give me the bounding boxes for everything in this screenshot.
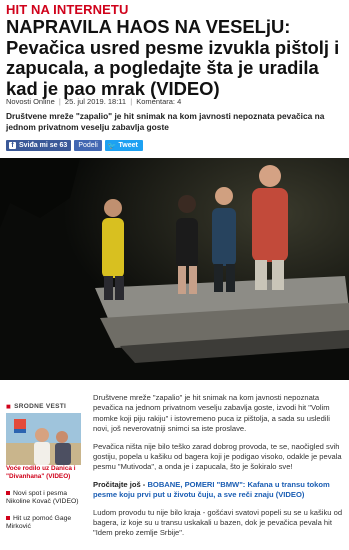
read-also-prefix: Pročitajte još - <box>93 479 148 489</box>
related-news-caption[interactable]: Voće rodilo uz Danica i "Divanhana" (VID… <box>6 465 81 480</box>
related-news-link[interactable]: Hit uz pomoć Gage Mirković <box>6 515 84 531</box>
video-frame-image <box>0 158 349 380</box>
share-bar: f Sviđa mi se 63 Podeli 🐦 Tweet <box>6 140 143 151</box>
related-news-label: SRODNE VESTI <box>14 403 67 410</box>
related-news-image <box>6 413 81 465</box>
facebook-icon: f <box>9 142 16 149</box>
meta-separator: | <box>130 97 133 106</box>
read-also-link[interactable]: Pročitajte još - BOBANE, POMERI "BMW": K… <box>93 480 345 501</box>
comments-count[interactable]: Komentara: 4 <box>136 97 181 106</box>
related-news-heading: ■ SRODNE VESTI <box>6 402 66 411</box>
article-headline: NAPRAVILA HAOS NA VESELjU: Pevačica usre… <box>6 16 340 99</box>
square-icon <box>6 491 10 496</box>
tweet-button[interactable]: 🐦 Tweet <box>104 140 143 151</box>
twitter-icon: 🐦 <box>107 142 117 150</box>
category-kicker[interactable]: HIT NA INTERNETU <box>6 2 128 17</box>
article-meta: Novosti Online | 25. jul 2019. 18:11 | K… <box>6 97 181 106</box>
tweet-label: Tweet <box>118 142 138 149</box>
source-name: Novosti Online <box>6 97 55 106</box>
square-icon <box>6 516 10 521</box>
facebook-like-label: Sviđa mi se <box>19 142 58 149</box>
body-paragraph: Pevačica ništa nije bilo teško zarad dob… <box>93 441 342 472</box>
meta-separator: | <box>58 97 61 106</box>
article-lead: Društvene mreže "zapalio" je hit snimak … <box>6 111 325 132</box>
video-player[interactable] <box>0 158 349 380</box>
publish-date: 25. jul 2019. 18:11 <box>64 97 127 106</box>
related-news-link-text: Novi spot i pesma Nikoline Kovač (VIDEO) <box>6 490 79 505</box>
square-icon: ■ <box>6 402 12 411</box>
body-paragraph: Ludom provodu tu nije bilo kraja - gošća… <box>93 507 343 538</box>
body-paragraph: Društvene mreže "zapalio" je hit snimak … <box>93 393 330 434</box>
facebook-share-button[interactable]: Podeli <box>74 140 102 151</box>
related-news-link-text: Hit uz pomoć Gage Mirković <box>6 515 72 530</box>
related-news-thumbnail[interactable] <box>6 413 81 465</box>
article-body: Društvene mreže "zapalio" je hit snimak … <box>93 393 345 546</box>
facebook-like-count: 63 <box>59 142 68 149</box>
related-news-link[interactable]: Novi spot i pesma Nikoline Kovač (VIDEO) <box>6 490 84 506</box>
facebook-like-button[interactable]: f Sviđa mi se 63 <box>6 140 72 151</box>
